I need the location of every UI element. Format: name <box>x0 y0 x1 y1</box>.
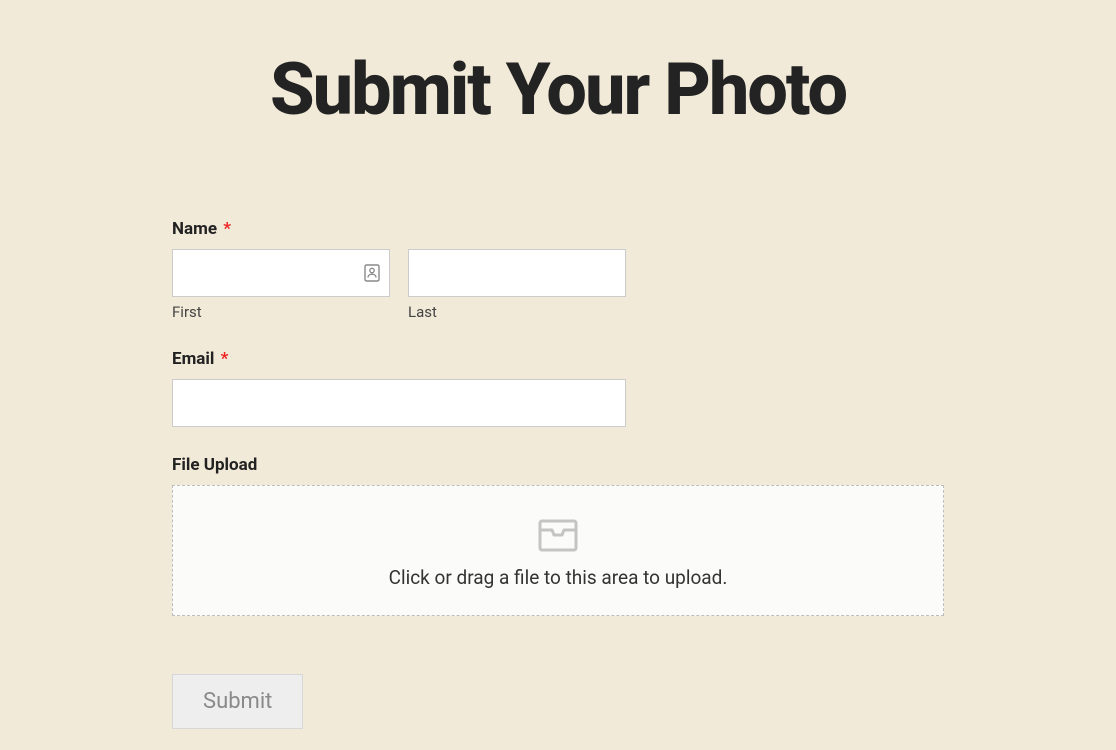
last-name-col: Last <box>408 249 626 321</box>
first-name-input[interactable] <box>172 249 390 297</box>
file-upload-group: File Upload Click or drag a file to this… <box>172 455 944 616</box>
email-group: Email * <box>172 349 944 427</box>
email-required-mark: * <box>221 349 229 369</box>
name-row: First Last <box>172 249 944 321</box>
form-container: Submit Your Photo Name * First <box>0 0 1116 729</box>
first-name-col: First <box>172 249 390 321</box>
file-upload-label: File Upload <box>172 455 944 475</box>
file-dropzone[interactable]: Click or drag a file to this area to upl… <box>172 485 944 616</box>
first-name-wrap <box>172 249 390 297</box>
name-group: Name * First Las <box>172 219 944 321</box>
name-required-mark: * <box>223 219 231 239</box>
name-label: Name * <box>172 219 944 239</box>
page-title: Submit Your Photo <box>172 50 944 129</box>
last-name-sublabel: Last <box>408 303 626 321</box>
email-label: Email * <box>172 349 944 369</box>
name-label-text: Name <box>172 219 217 239</box>
submit-button[interactable]: Submit <box>172 674 303 729</box>
email-input[interactable] <box>172 379 626 427</box>
dropzone-text: Click or drag a file to this area to upl… <box>183 566 933 589</box>
upload-box-icon <box>183 514 933 552</box>
email-label-text: Email <box>172 349 214 369</box>
first-name-sublabel: First <box>172 303 390 321</box>
last-name-input[interactable] <box>408 249 626 297</box>
